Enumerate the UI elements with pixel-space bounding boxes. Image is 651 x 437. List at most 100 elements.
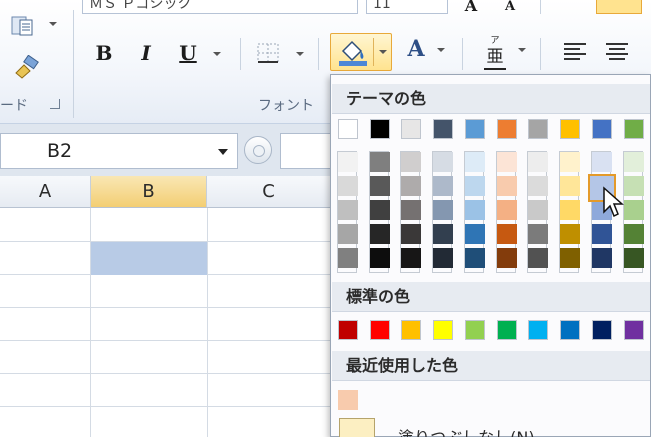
theme-shade-swatch[interactable] [592, 152, 612, 172]
theme-color-swatch[interactable] [370, 119, 390, 139]
theme-shade-swatch[interactable] [338, 152, 358, 172]
theme-shade-swatch[interactable] [370, 200, 390, 220]
theme-shade-swatch[interactable] [560, 176, 580, 196]
theme-shade-swatch[interactable] [560, 152, 580, 172]
fill-color-button[interactable] [330, 33, 392, 71]
theme-shade-swatch[interactable] [433, 224, 453, 244]
column-header-a[interactable]: A [0, 176, 91, 208]
recent-color-swatch[interactable] [338, 390, 358, 410]
chevron-down-icon[interactable] [49, 22, 57, 26]
theme-shade-swatch[interactable] [465, 152, 485, 172]
theme-shade-swatch[interactable] [433, 248, 453, 268]
theme-color-swatch[interactable] [465, 119, 485, 139]
theme-shade-swatch[interactable] [370, 248, 390, 268]
chevron-down-icon[interactable] [213, 52, 221, 56]
standard-color-swatch[interactable] [401, 320, 421, 340]
theme-shade-swatch[interactable] [338, 224, 358, 244]
standard-color-swatch[interactable] [370, 320, 390, 340]
theme-shade-swatch[interactable] [528, 152, 548, 172]
theme-shade-swatch[interactable] [560, 248, 580, 268]
phonetic-icon[interactable]: ア 亜 [484, 36, 506, 70]
theme-color-swatch[interactable] [560, 119, 580, 139]
standard-color-swatch[interactable] [560, 320, 580, 340]
theme-shade-swatch[interactable] [465, 224, 485, 244]
standard-color-swatch[interactable] [433, 320, 453, 340]
dialog-launcher-icon[interactable] [50, 99, 60, 109]
theme-shade-swatch[interactable] [465, 176, 485, 196]
theme-shade-swatch[interactable] [401, 224, 421, 244]
theme-shade-swatch[interactable] [338, 176, 358, 196]
theme-shade-swatch[interactable] [370, 152, 390, 172]
formula-input[interactable] [280, 133, 330, 169]
align-left-icon[interactable] [562, 40, 588, 64]
standard-color-swatch[interactable] [465, 320, 485, 340]
theme-color-swatch[interactable] [338, 119, 358, 139]
font-color-button[interactable]: A [403, 36, 429, 62]
theme-shade-swatch[interactable] [433, 200, 453, 220]
paste-icon[interactable] [10, 14, 36, 36]
theme-shade-swatch[interactable] [401, 248, 421, 268]
theme-shade-swatch[interactable] [338, 248, 358, 268]
theme-shade-swatch[interactable] [401, 152, 421, 172]
theme-shade-swatch[interactable] [497, 248, 517, 268]
theme-shade-swatch[interactable] [497, 152, 517, 172]
theme-shade-swatch[interactable] [528, 200, 548, 220]
theme-shade-swatch[interactable] [624, 152, 644, 172]
chevron-down-icon[interactable] [218, 149, 228, 155]
theme-shade-swatch[interactable] [433, 152, 453, 172]
no-fill-swatch[interactable] [339, 418, 375, 437]
theme-shade-swatch[interactable] [528, 248, 548, 268]
theme-shade-swatch[interactable] [497, 224, 517, 244]
chevron-down-icon[interactable] [518, 48, 526, 52]
format-painter-icon[interactable] [12, 54, 40, 79]
shrink-font-button[interactable]: A [500, 0, 520, 14]
theme-shade-swatch[interactable] [624, 248, 644, 268]
theme-shade-swatch[interactable] [560, 200, 580, 220]
align-center-icon[interactable] [604, 40, 630, 64]
theme-shade-swatch[interactable] [497, 200, 517, 220]
standard-color-swatch[interactable] [624, 320, 644, 340]
chevron-down-icon[interactable] [379, 50, 387, 54]
name-box[interactable]: B2 [0, 133, 238, 169]
theme-shade-swatch[interactable] [465, 248, 485, 268]
selected-cell[interactable] [91, 242, 207, 275]
theme-shade-swatch[interactable] [528, 224, 548, 244]
theme-shade-swatch[interactable] [433, 176, 453, 196]
worksheet-grid[interactable]: A B C [0, 176, 330, 437]
theme-color-swatch[interactable] [624, 119, 644, 139]
theme-shade-swatch[interactable] [401, 176, 421, 196]
theme-color-swatch[interactable] [528, 119, 548, 139]
font-name-combobox[interactable]: ＭＳ Ｐゴシック [82, 0, 358, 14]
theme-shade-swatch[interactable] [401, 200, 421, 220]
standard-color-swatch[interactable] [497, 320, 517, 340]
theme-color-swatch[interactable] [401, 119, 421, 139]
column-header-c[interactable]: C [207, 176, 330, 208]
theme-color-swatch[interactable] [433, 119, 453, 139]
formula-bar-splitter[interactable] [244, 136, 272, 164]
theme-color-swatch[interactable] [497, 119, 517, 139]
wrap-text-button[interactable] [596, 0, 642, 14]
chevron-down-icon[interactable] [437, 48, 445, 52]
standard-color-swatch[interactable] [338, 320, 358, 340]
bold-button[interactable]: B [92, 40, 116, 66]
theme-shade-swatch[interactable] [497, 176, 517, 196]
theme-shade-swatch[interactable] [370, 224, 390, 244]
theme-shade-swatch[interactable] [592, 224, 612, 244]
column-header-b[interactable]: B [91, 176, 207, 208]
theme-shade-swatch[interactable] [624, 224, 644, 244]
theme-shade-swatch[interactable] [592, 248, 612, 268]
standard-color-swatch[interactable] [528, 320, 548, 340]
no-fill-option[interactable]: 塗りつぶしなし(N) [398, 424, 535, 437]
italic-button[interactable]: I [134, 40, 158, 66]
theme-shade-swatch[interactable] [528, 176, 548, 196]
theme-shade-swatch[interactable] [560, 224, 580, 244]
theme-shade-swatch[interactable] [338, 200, 358, 220]
grow-font-button[interactable]: A [460, 0, 482, 15]
standard-color-swatch[interactable] [592, 320, 612, 340]
theme-shade-swatch[interactable] [465, 200, 485, 220]
border-icon[interactable] [256, 42, 280, 64]
font-size-combobox[interactable]: 11 [366, 0, 448, 14]
theme-color-swatch[interactable] [592, 119, 612, 139]
theme-shade-swatch[interactable] [370, 176, 390, 196]
chevron-down-icon[interactable] [296, 52, 304, 56]
